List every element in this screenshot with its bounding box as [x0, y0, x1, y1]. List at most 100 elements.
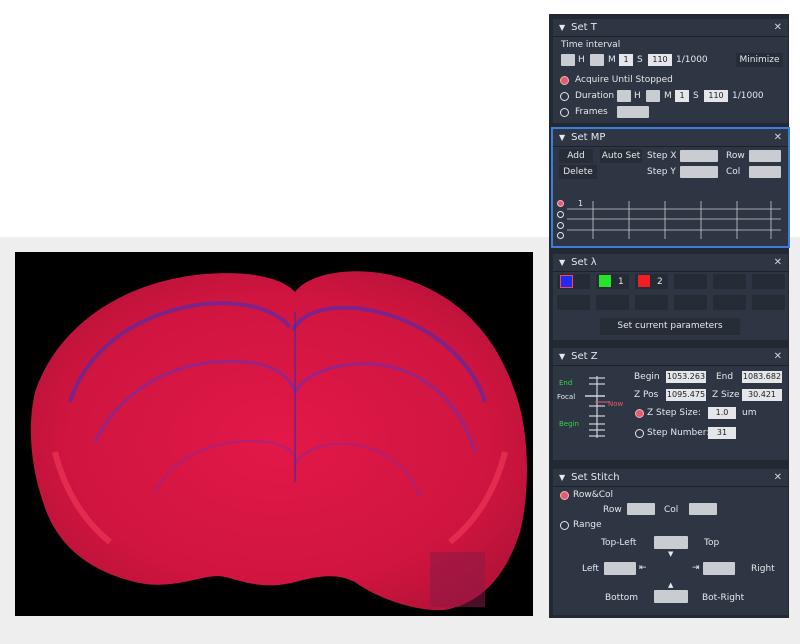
set-stitch-header[interactable]: ▼ Set Stitch ✕ [553, 469, 788, 487]
left-field[interactable] [604, 562, 636, 575]
list-row-radio[interactable] [557, 211, 564, 218]
zsize-label: Z Size [712, 390, 740, 400]
time-interval-label: Time interval [561, 40, 621, 50]
duration-hours-label: H [634, 91, 641, 101]
auto-set-button[interactable]: Auto Set [600, 149, 642, 163]
add-button[interactable]: Add [559, 149, 593, 163]
row-field[interactable] [749, 150, 781, 162]
channel-color-swatch[interactable] [599, 275, 611, 287]
collapse-triangle-icon[interactable]: ▼ [559, 133, 565, 142]
stitch-col-field[interactable] [689, 503, 717, 515]
collapse-triangle-icon[interactable]: ▼ [559, 23, 565, 32]
channel-slot-empty[interactable] [596, 295, 629, 310]
acquire-until-stopped-label: Acquire Until Stopped [575, 75, 673, 85]
set-z-panel: ▼ Set Z ✕ End Focal Now Begin Begin 1053… [553, 348, 788, 460]
bottom-field[interactable] [654, 590, 688, 603]
close-icon[interactable]: ✕ [774, 257, 782, 268]
z-step-size-radio[interactable] [635, 409, 644, 418]
duration-minutes-label: M [664, 91, 672, 101]
channel-color-swatch[interactable] [560, 275, 573, 288]
begin-label: Begin [634, 372, 660, 382]
acquire-until-stopped-radio[interactable] [560, 76, 569, 85]
channel-slot-empty[interactable] [713, 274, 746, 289]
set-mp-panel: ▼ Set MP ✕ Add Auto Set Step X Row Delet… [551, 127, 790, 248]
top-left-label: Top-Left [601, 538, 637, 548]
channel-slot-red[interactable]: 2 [635, 274, 668, 289]
step-number-field[interactable]: 31 [708, 427, 736, 439]
close-icon[interactable]: ✕ [774, 132, 782, 143]
step-number-radio[interactable] [635, 429, 644, 438]
close-icon[interactable]: ✕ [774, 472, 782, 483]
step-x-label: Step X [647, 151, 677, 161]
seconds-label: S [637, 55, 643, 65]
set-mp-title: Set MP [571, 132, 606, 143]
set-mp-header[interactable]: ▼ Set MP ✕ [553, 129, 788, 147]
bottom-label: Bottom [605, 593, 639, 603]
step-y-field[interactable] [680, 166, 718, 178]
step-x-field[interactable] [680, 150, 718, 162]
collapse-triangle-icon[interactable]: ▼ [559, 473, 565, 482]
z-range-diagram[interactable]: End Focal Now Begin [557, 372, 629, 452]
interval-minutes-value[interactable]: 1 [619, 54, 633, 66]
range-radio[interactable] [560, 521, 569, 530]
duration-radio[interactable] [560, 92, 569, 101]
zsize-field[interactable]: 30.421 [742, 389, 782, 401]
frames-radio[interactable] [560, 108, 569, 117]
channel-slot-empty[interactable] [713, 295, 746, 310]
set-t-header[interactable]: ▼ Set T ✕ [553, 19, 788, 37]
channel-slot-empty[interactable] [674, 295, 707, 310]
duration-seconds-field[interactable]: 110 [704, 90, 728, 102]
rowcol-radio[interactable] [560, 491, 569, 500]
channel-slot-empty[interactable] [635, 295, 668, 310]
left-move-icon: ⇤ [639, 563, 647, 573]
right-move-icon: ⇥ [692, 563, 700, 573]
position-list[interactable]: 1 [557, 199, 783, 241]
minimize-button[interactable]: Minimize [736, 53, 783, 67]
collapse-triangle-icon[interactable]: ▼ [559, 352, 565, 361]
duration-minutes-field[interactable] [646, 90, 660, 102]
right-field[interactable] [703, 562, 735, 575]
list-row-radio[interactable] [557, 232, 564, 239]
close-icon[interactable]: ✕ [774, 351, 782, 362]
channel-color-swatch[interactable] [638, 275, 650, 287]
interval-minutes-field[interactable] [590, 54, 604, 66]
set-z-header[interactable]: ▼ Set Z ✕ [553, 348, 788, 366]
channel-slot-empty[interactable] [557, 295, 590, 310]
collapse-triangle-icon[interactable]: ▼ [559, 258, 565, 267]
microscopy-image[interactable] [15, 252, 533, 616]
channel-slot-green[interactable]: 1 [596, 274, 629, 289]
close-icon[interactable]: ✕ [774, 22, 782, 33]
duration-minutes-value[interactable]: 1 [675, 90, 689, 102]
interval-seconds-field[interactable]: 110 [648, 54, 672, 66]
z-step-size-field[interactable]: 1.0 [708, 407, 736, 419]
begin-field[interactable]: 1053.263 [666, 371, 706, 383]
channel-number: 1 [618, 277, 624, 287]
zpos-field[interactable]: 1095.475 [666, 389, 706, 401]
channel-slot-blue[interactable] [557, 274, 590, 289]
row-label: Row [726, 151, 745, 161]
channel-slot-empty[interactable] [752, 274, 785, 289]
list-row-radio[interactable] [557, 200, 564, 207]
stitch-row-label: Row [603, 505, 622, 515]
set-current-parameters-button[interactable]: Set current parameters [600, 318, 740, 335]
duration-unit-label: 1/1000 [732, 91, 764, 101]
interval-hours-field[interactable] [561, 54, 575, 66]
col-label: Col [726, 167, 741, 177]
step-y-label: Step Y [647, 167, 676, 177]
bot-right-label: Bot-Right [702, 593, 745, 603]
duration-seconds-label: S [693, 91, 699, 101]
set-lambda-header[interactable]: ▼ Set λ ✕ [553, 254, 788, 272]
channel-slot-empty[interactable] [674, 274, 707, 289]
stitch-row-field[interactable] [627, 503, 655, 515]
col-field[interactable] [749, 166, 781, 178]
delete-button[interactable]: Delete [559, 165, 597, 179]
set-stitch-title: Set Stitch [571, 472, 620, 483]
stitch-col-label: Col [664, 505, 679, 515]
rowcol-label: Row&Col [573, 490, 614, 500]
frames-field[interactable] [617, 106, 649, 118]
channel-slot-empty[interactable] [752, 295, 785, 310]
list-row-radio[interactable] [557, 222, 564, 229]
z-step-size-label: Z Step Size: [647, 408, 701, 418]
duration-hours-field[interactable] [617, 90, 631, 102]
end-field[interactable]: 1083.682 [742, 371, 782, 383]
